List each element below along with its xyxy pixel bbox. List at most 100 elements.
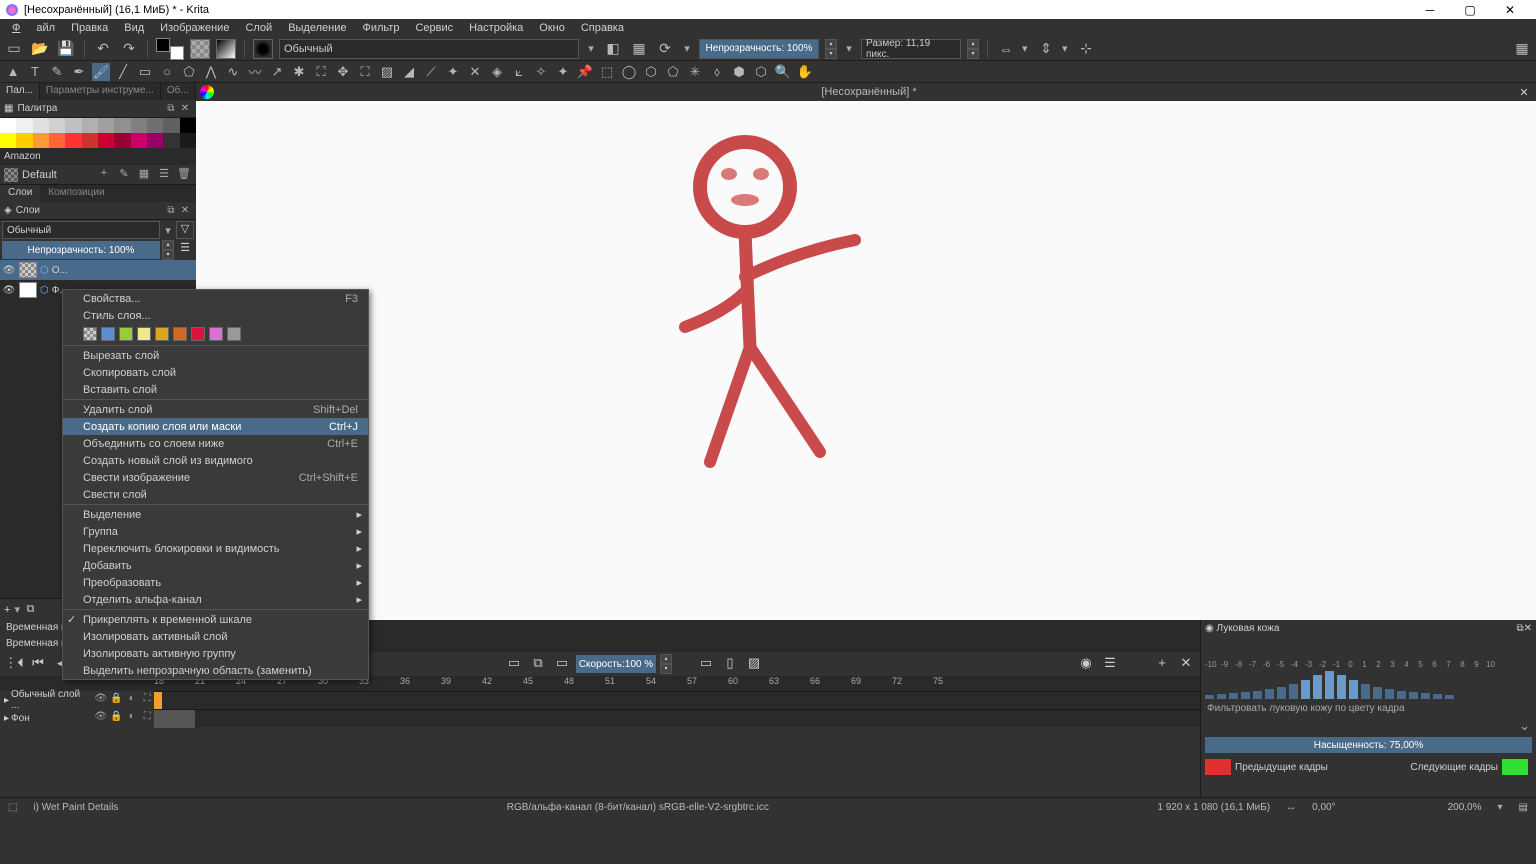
select-tool-icon[interactable]: ▲ (4, 63, 22, 81)
cm-split-alpha[interactable]: Отделить альфа-канал▸ (63, 591, 368, 608)
tab-overview[interactable]: Об... (161, 83, 196, 100)
duplicate-layer-icon[interactable]: ⧉ (26, 603, 34, 616)
fill-tool-icon[interactable]: ▨ (378, 63, 396, 81)
tl-speed-slider[interactable]: Скорость:100 % (576, 655, 656, 673)
similar-select-icon[interactable]: ✦ (554, 63, 572, 81)
color-label[interactable] (155, 327, 169, 341)
pattern-swatch[interactable] (190, 39, 210, 59)
cm-toggle-locks[interactable]: Переключить блокировки и видимость▸ (63, 540, 368, 557)
canvas-viewport[interactable] (196, 101, 1536, 620)
tl-dup-frame-icon[interactable]: ⧉ (528, 655, 548, 673)
color-label[interactable] (191, 327, 205, 341)
cm-select-opaque[interactable]: Выделить непрозрачную область (заменить) (63, 662, 368, 679)
visibility-icon[interactable]: 👁 (2, 265, 16, 276)
ellipse-tool-icon[interactable]: ○ (158, 63, 176, 81)
reference-tool-icon[interactable]: ✧ (532, 63, 550, 81)
pan-tool-icon[interactable]: ✋ (796, 63, 814, 81)
measure-tool-icon[interactable]: ⟀ (510, 63, 528, 81)
cm-duplicate[interactable]: Создать копию слоя или маскиCtrl+J (63, 418, 368, 435)
palette-color[interactable] (180, 133, 196, 148)
cm-selection[interactable]: Выделение▸ (63, 506, 368, 523)
cm-layer-style[interactable]: Стиль слоя... (63, 307, 368, 324)
cm-paste[interactable]: Вставить слой (63, 381, 368, 398)
palette-edit-icon[interactable]: ✎ (116, 167, 132, 183)
cm-color-labels[interactable] (63, 324, 368, 344)
palette-color[interactable] (147, 133, 163, 148)
canvas[interactable] (196, 101, 1536, 620)
opacity-slider[interactable]: Непрозрачность: 100% (699, 39, 819, 59)
layer-item-1[interactable]: 👁 ⬡ О... (0, 260, 196, 280)
tl-speed-spinner[interactable]: ▴▾ (660, 654, 672, 674)
eraser-mode-icon[interactable]: ◧ (603, 39, 623, 59)
palette-color[interactable] (0, 118, 16, 133)
palette-color[interactable] (98, 118, 114, 133)
reload-preset-icon[interactable]: ⟳ (655, 39, 675, 59)
layer-opacity-spinner[interactable]: ▴▾ (162, 240, 174, 260)
brush-preset-icon[interactable] (253, 39, 273, 59)
palette-color[interactable] (82, 133, 98, 148)
palette-default-label[interactable]: Default (22, 169, 57, 181)
smart-patch-icon[interactable]: ✕ (466, 63, 484, 81)
fg-bg-color-selector[interactable] (156, 38, 184, 60)
layer-blend-dropdown[interactable]: Обычный (2, 221, 160, 239)
wrap-icon[interactable]: ⊹ (1076, 39, 1096, 59)
palette-list-icon[interactable]: ☰ (156, 167, 172, 183)
zoom-tool-icon[interactable]: 🔍 (774, 63, 792, 81)
color-label[interactable] (209, 327, 223, 341)
edit-shape-icon[interactable]: ✎ (48, 63, 66, 81)
color-label-none[interactable] (83, 327, 97, 341)
palette-color[interactable] (114, 118, 130, 133)
tl-del-frame-icon[interactable]: ▭ (552, 655, 572, 673)
tl-zoom-in-icon[interactable]: + (1152, 655, 1172, 673)
pattern-edit-icon[interactable]: ✦ (444, 63, 462, 81)
palette-color[interactable] (180, 118, 196, 133)
free-select-icon[interactable]: ⬡ (642, 63, 660, 81)
palette-color[interactable] (163, 133, 179, 148)
menu-window[interactable]: Окно (531, 20, 573, 36)
freehand-path-icon[interactable]: 〰 (246, 63, 264, 81)
visibility-icon[interactable]: 👁 (2, 285, 16, 296)
tl-zoom-out-icon[interactable]: ✕ (1176, 655, 1196, 673)
brush-tool-icon[interactable]: 🖌 (92, 63, 110, 81)
polyline-tool-icon[interactable]: ⋀ (202, 63, 220, 81)
color-label[interactable] (119, 327, 133, 341)
palette-color[interactable] (147, 118, 163, 133)
menu-service[interactable]: Сервис (407, 20, 461, 36)
palette-color[interactable] (82, 118, 98, 133)
timeline-track-1[interactable]: ▸Обычный слой ... 👁🔒◐⛶ (0, 691, 1200, 709)
color-label[interactable] (101, 327, 115, 341)
menu-help[interactable]: Справка (573, 20, 632, 36)
menu-edit[interactable]: Правка (63, 20, 116, 36)
cm-group[interactable]: Группа▸ (63, 523, 368, 540)
color-label[interactable] (137, 327, 151, 341)
palette-name-label[interactable]: Amazon (0, 148, 196, 165)
color-picker-icon[interactable]: ⟋ (422, 63, 440, 81)
cm-cut[interactable]: Вырезать слой (63, 347, 368, 364)
current-swatch[interactable] (4, 168, 18, 182)
new-file-icon[interactable]: ▭ (4, 39, 24, 59)
palette-color[interactable] (65, 118, 81, 133)
menu-image[interactable]: Изображение (152, 20, 237, 36)
gradient-tool-icon[interactable]: ◢ (400, 63, 418, 81)
palette-color[interactable] (49, 118, 65, 133)
palette-color[interactable] (33, 118, 49, 133)
magnetic-select-icon[interactable]: ⬢ (730, 63, 748, 81)
tl-prev-key-icon[interactable]: ⏮ (28, 655, 48, 673)
tl-settings-icon[interactable]: ☰ (1100, 655, 1120, 673)
tl-clip-start-icon[interactable]: ▯ (720, 655, 740, 673)
cm-transform[interactable]: Преобразовать▸ (63, 574, 368, 591)
tl-goto-start-icon[interactable]: ⋮⏴ (4, 655, 24, 673)
dynamic-brush-icon[interactable]: ↗ (268, 63, 286, 81)
maximize-button[interactable]: ▢ (1450, 0, 1490, 19)
cm-flatten-image[interactable]: Свести изображениеCtrl+Shift+E (63, 469, 368, 486)
palette-add-icon[interactable]: + (96, 167, 112, 183)
menu-select[interactable]: Выделение (280, 20, 354, 36)
layer-filter-icon[interactable]: ▽ (176, 221, 194, 239)
layer-menu-icon[interactable]: ☰ (176, 241, 194, 259)
transform-tool-icon[interactable]: ⛶ (312, 63, 330, 81)
opacity-spinner[interactable]: ▴▾ (825, 39, 837, 59)
cm-merge-down[interactable]: Объединить со слоем нижеCtrl+E (63, 435, 368, 452)
panel-close-icon[interactable]: ✕ (178, 103, 192, 114)
pin-icon[interactable]: 📌 (576, 63, 594, 81)
timeline-track-2[interactable]: ▸Фон 👁🔒◐⛶ (0, 709, 1200, 727)
